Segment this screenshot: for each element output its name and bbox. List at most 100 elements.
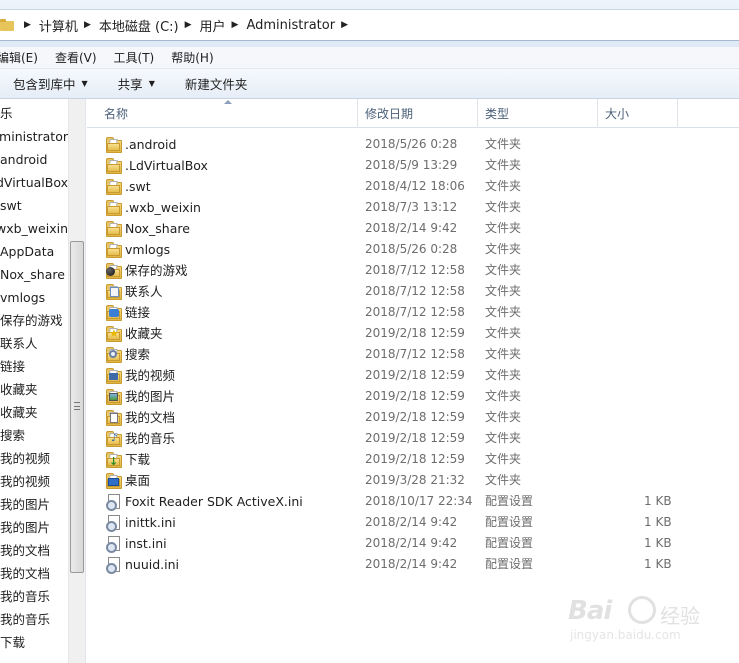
file-type: 文件夹 (485, 410, 522, 424)
menu-view[interactable]: 查看(V) (55, 49, 97, 66)
nav-scrollbar[interactable] (68, 99, 85, 663)
nav-tree-item-label: 收藏夹 (0, 382, 38, 397)
file-row[interactable]: vmlogs 2018/5/26 0:28 文件夹 (87, 239, 739, 260)
file-modified-date: 2019/2/18 12:59 (365, 410, 465, 424)
file-row[interactable]: .swt 2018/4/12 18:06 文件夹 (87, 176, 739, 197)
file-row[interactable]: ★ 收藏夹 2019/2/18 12:59 文件夹 (87, 323, 739, 344)
column-divider[interactable] (477, 99, 478, 128)
file-size (644, 239, 671, 260)
include-in-library-button[interactable]: 包含到库中 ▼ (13, 74, 88, 93)
file-size (644, 197, 671, 218)
nav-tree-item[interactable]: 链接 (0, 355, 68, 378)
chevron-right-icon[interactable]: ▶ (24, 20, 31, 30)
file-row[interactable]: 保存的游戏 2018/7/12 12:58 文件夹 (87, 260, 739, 281)
nav-tree-item[interactable]: 我的音乐 (0, 608, 68, 631)
documents-icon (106, 410, 122, 426)
file-row[interactable]: nuuid.ini 2018/2/14 9:42 配置设置 1 KB (87, 554, 739, 575)
file-row[interactable]: 我的图片 2019/2/18 12:59 文件夹 (87, 386, 739, 407)
breadcrumb-computer[interactable]: 计算机 (39, 16, 78, 35)
nav-tree-item-label: 搜索 (0, 428, 26, 443)
nav-scrollbar-thumb[interactable] (70, 241, 84, 573)
file-type: 配置设置 (485, 515, 534, 529)
nav-tree-item[interactable]: 保存的游戏 (0, 309, 68, 332)
menu-tools[interactable]: 工具(T) (114, 49, 155, 66)
column-divider[interactable] (597, 99, 598, 128)
file-size (644, 386, 671, 407)
nav-tree-item[interactable]: 收藏夹 (0, 378, 68, 401)
nav-tree-item[interactable]: 我的文档 (0, 539, 68, 562)
file-row[interactable]: 联系人 2018/7/12 12:58 文件夹 (87, 281, 739, 302)
nav-tree-item[interactable]: android (0, 148, 68, 171)
breadcrumb-users[interactable]: 用户 (200, 16, 226, 35)
nav-tree-item[interactable]: swt (0, 194, 68, 217)
desktop-icon (106, 473, 122, 489)
file-row[interactable]: 我的文档 2019/2/18 12:59 文件夹 (87, 407, 739, 428)
nav-tree-item[interactable]: AppData (0, 240, 68, 263)
file-type: 文件夹 (485, 452, 522, 466)
file-row[interactable]: .android 2018/5/26 0:28 文件夹 (87, 134, 739, 155)
nav-tree-item[interactable]: Nox_share (0, 263, 68, 286)
nav-tree-item[interactable]: 我的视频 (0, 447, 68, 470)
share-button[interactable]: 共享 ▼ (118, 74, 155, 93)
column-header-size[interactable]: 大小 (605, 99, 629, 128)
nav-tree-item[interactable]: 乐 (0, 102, 68, 125)
file-row[interactable]: Nox_share 2018/2/14 9:42 文件夹 (87, 218, 739, 239)
nav-tree-item-label: Administrator (0, 129, 68, 144)
new-folder-button[interactable]: 新建文件夹 (185, 74, 248, 93)
nav-tree-item[interactable]: 我的文档 (0, 562, 68, 585)
file-row[interactable]: 链接 2018/7/12 12:58 文件夹 (87, 302, 739, 323)
column-divider[interactable] (357, 99, 358, 128)
chevron-right-icon[interactable]: ▶ (232, 20, 239, 30)
nav-tree-item[interactable]: 我的视频 (0, 470, 68, 493)
nav-tree-item[interactable]: LdVirtualBox (0, 171, 68, 194)
file-size (644, 302, 671, 323)
nav-tree-item[interactable]: 收藏夹 (0, 401, 68, 424)
folder-icon (106, 242, 122, 258)
breadcrumb-local-disk[interactable]: 本地磁盘 (C:) (99, 16, 179, 35)
nav-tree-item[interactable]: wxb_weixin (0, 217, 68, 240)
column-divider[interactable] (677, 99, 678, 128)
file-size (644, 260, 671, 281)
column-header-name[interactable]: 名称 (104, 99, 128, 128)
file-row[interactable]: inst.ini 2018/2/14 9:42 配置设置 1 KB (87, 533, 739, 554)
file-name: Nox_share (125, 221, 190, 236)
nav-tree-item[interactable]: 我的图片 (0, 493, 68, 516)
nav-tree-item[interactable]: 联系人 (0, 332, 68, 355)
file-row[interactable]: .LdVirtualBox 2018/5/9 13:29 文件夹 (87, 155, 739, 176)
file-row[interactable]: 桌面 2019/3/28 21:32 文件夹 (87, 470, 739, 491)
nav-tree-item-label: 我的图片 (0, 497, 51, 512)
file-size (644, 365, 671, 386)
nav-tree-item[interactable]: vmlogs (0, 286, 68, 309)
folder-icon (106, 200, 122, 216)
menu-help[interactable]: 帮助(H) (171, 49, 213, 66)
file-row[interactable]: 我的视频 2019/2/18 12:59 文件夹 (87, 365, 739, 386)
file-row[interactable]: inittk.ini 2018/2/14 9:42 配置设置 1 KB (87, 512, 739, 533)
file-type: 文件夹 (485, 221, 522, 235)
file-size (644, 344, 671, 365)
file-type: 文件夹 (485, 263, 522, 277)
nav-tree-item[interactable]: 搜索 (0, 424, 68, 447)
ini-file-icon (106, 536, 120, 553)
nav-tree-item-label: 保存的游戏 (0, 313, 63, 328)
chevron-right-icon[interactable]: ▶ (341, 20, 348, 30)
nav-tree-item[interactable]: 我的图片 (0, 516, 68, 539)
file-row[interactable]: ♪ 我的音乐 2019/2/18 12:59 文件夹 (87, 428, 739, 449)
file-row[interactable]: Foxit Reader SDK ActiveX.ini 2018/10/17 2… (87, 491, 739, 512)
chevron-right-icon[interactable]: ▶ (185, 20, 192, 30)
file-size (644, 281, 671, 302)
file-row[interactable]: .wxb_weixin 2018/7/3 13:12 文件夹 (87, 197, 739, 218)
nav-tree-item[interactable]: 我的音乐 (0, 585, 68, 608)
column-header-type[interactable]: 类型 (485, 99, 509, 128)
column-header-date[interactable]: 修改日期 (365, 99, 413, 128)
address-bar[interactable]: ▶ 计算机 ▶ 本地磁盘 (C:) ▶ 用户 ▶ Administrator ▶ (0, 9, 739, 41)
file-type: 配置设置 (485, 536, 534, 550)
breadcrumb-administrator[interactable]: Administrator (246, 18, 335, 33)
nav-tree-item[interactable]: Administrator (0, 125, 68, 148)
file-type: 文件夹 (485, 368, 522, 382)
file-row[interactable]: 搜索 2018/7/12 12:58 文件夹 (87, 344, 739, 365)
menu-edit[interactable]: 编辑(E) (0, 49, 38, 66)
file-row[interactable]: ↓ 下载 2019/2/18 12:59 文件夹 (87, 449, 739, 470)
chevron-right-icon[interactable]: ▶ (84, 20, 91, 30)
nav-tree-item[interactable]: 下载 (0, 631, 68, 654)
nav-tree-item-label: wxb_weixin (0, 221, 68, 236)
